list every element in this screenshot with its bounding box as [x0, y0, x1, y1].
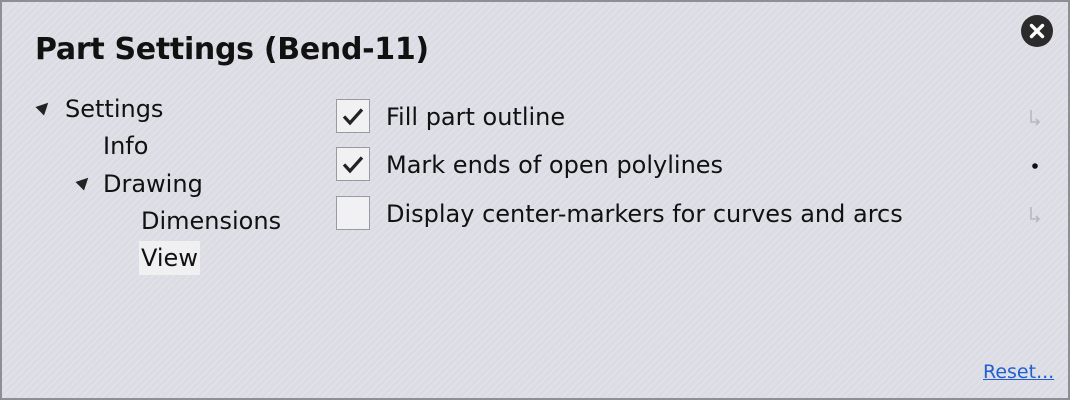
checkmark-icon [342, 108, 364, 126]
option-row: Mark ends of open polylines [336, 147, 1046, 183]
part-settings-dialog: Part Settings (Bend-11) Settings Info Dr… [0, 0, 1070, 400]
reset-link[interactable]: Reset... [983, 358, 1054, 386]
tree-item-settings[interactable]: Settings [65, 92, 163, 126]
tree-item-drawing[interactable]: Drawing [103, 167, 203, 201]
fill-outline-checkbox[interactable] [336, 99, 370, 133]
option-label[interactable]: Fill part outline [386, 99, 565, 135]
tree-item-info[interactable]: Info [103, 129, 148, 163]
option-label[interactable]: Mark ends of open polylines [386, 147, 723, 183]
option-row: Display center-markers for curves and ar… [336, 196, 1046, 232]
tree-item-view[interactable]: View [139, 241, 200, 275]
option-label[interactable]: Display center-markers for curves and ar… [386, 196, 903, 232]
close-icon [1029, 23, 1045, 39]
tree-item-dimensions[interactable]: Dimensions [141, 204, 281, 238]
expander-triangle-icon[interactable] [35, 98, 53, 116]
inherit-arrow-icon [1030, 207, 1041, 223]
dialog-title: Part Settings (Bend-11) [35, 32, 429, 67]
checkmark-icon [342, 156, 364, 174]
close-button[interactable] [1021, 15, 1053, 47]
inherit-arrow-icon [1030, 110, 1041, 126]
mark-polyline-ends-checkbox[interactable] [336, 147, 370, 181]
modified-dot-icon [1032, 163, 1038, 169]
option-row: Fill part outline [336, 99, 1046, 135]
expander-triangle-icon[interactable] [75, 173, 93, 191]
center-markers-checkbox[interactable] [336, 196, 370, 230]
